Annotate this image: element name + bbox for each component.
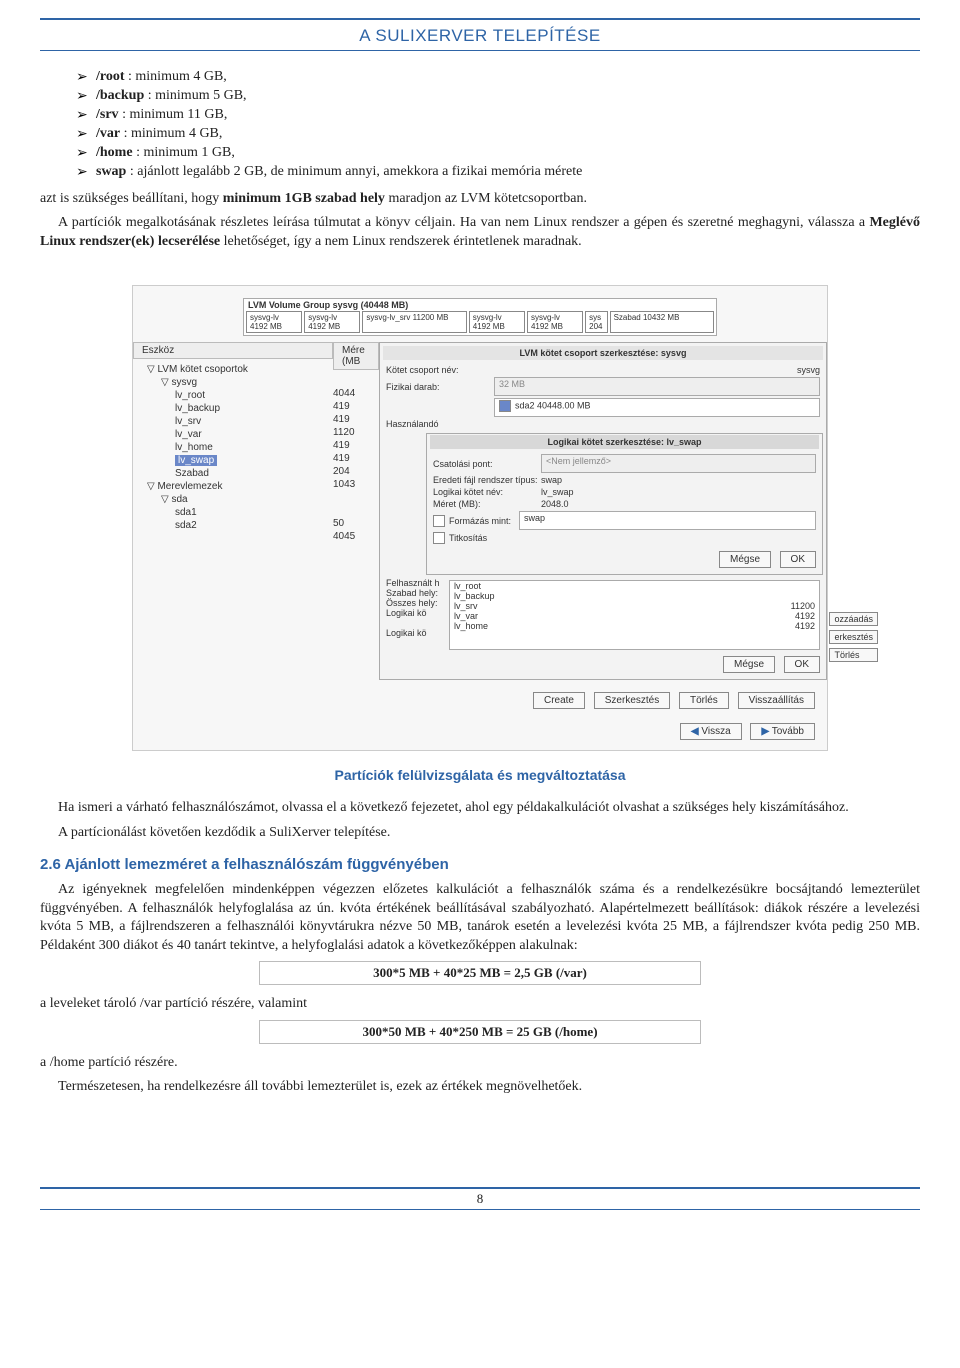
edit-button[interactable]: Szerkesztés: [594, 692, 670, 709]
para-extend: Természetesen, ha rendelkezésre áll tová…: [40, 1078, 920, 1096]
inner-ok-button[interactable]: OK: [780, 551, 816, 568]
para-after-partition: A partícionálást követően kezdődik a Sul…: [40, 824, 920, 842]
requirements-list: /root : minimum 4 GB, /backup : minimum …: [76, 69, 920, 180]
vg-title: LVM Volume Group sysvg (40448 MB): [244, 299, 716, 311]
tree-header-size: Mére (MB: [333, 342, 379, 370]
figure-caption: Partíciók felülvizsgálata és megváltozta…: [40, 767, 920, 783]
para-var-note: a leveleket tároló /var partíció részére…: [40, 995, 920, 1013]
inner-cancel-button[interactable]: Mégse: [719, 551, 771, 568]
back-button[interactable]: ◀ Vissza: [680, 723, 742, 740]
vg-edit-dialog: LVM kötet csoport szerkesztése: sysvg Kö…: [379, 342, 827, 680]
page-number: 8: [40, 1187, 920, 1210]
device-tree[interactable]: ▽ LVM kötet csoportok ▽ sysvg lv_root lv…: [133, 359, 333, 536]
lv-list[interactable]: lv_root lv_backup lv_srv11200 lv_var4192…: [449, 580, 820, 650]
lv-edit-dialog: Logikai kötet szerkesztése: lv_swap Csat…: [426, 433, 823, 575]
delete-button[interactable]: Törlés: [679, 692, 729, 709]
outer-cancel-button[interactable]: Mégse: [723, 656, 775, 673]
add-button[interactable]: ozzáadás: [829, 612, 878, 626]
section-2-6-title: 2.6 Ajánlott lemezméret a felhasználószá…: [40, 856, 920, 873]
formula-var: 300*5 MB + 40*25 MB = 2,5 GB (/var): [259, 961, 701, 985]
format-as-select[interactable]: swap: [519, 511, 816, 530]
mount-point-select[interactable]: <Nem jellemző>: [541, 454, 816, 473]
physical-extent-input[interactable]: 32 MB: [494, 377, 820, 396]
edit-small-button[interactable]: erkesztés: [829, 630, 878, 644]
formula-home: 300*50 MB + 40*250 MB = 25 GB (/home): [259, 1020, 701, 1044]
delete-small-button[interactable]: Törlés: [829, 648, 878, 662]
partition-screenshot: LVM Volume Group sysvg (40448 MB) sysvg-…: [132, 285, 828, 751]
create-button[interactable]: Create: [533, 692, 585, 709]
page-header: A SULIXERVER TELEPÍTÉSE: [40, 24, 920, 50]
reset-button[interactable]: Visszaállítás: [738, 692, 815, 709]
para-home-note: a /home partíció részére.: [40, 1054, 920, 1072]
para-quota: Az igényeknek megfelelően mindenképpen v…: [40, 881, 920, 955]
tree-header-device: Eszköz: [133, 342, 333, 359]
para-lvm-note: azt is szükséges beállítani, hogy minimu…: [40, 190, 920, 208]
forward-button[interactable]: ▶ Tovább: [750, 723, 815, 740]
outer-ok-button[interactable]: OK: [784, 656, 820, 673]
para-usercount: Ha ismeri a várható felhasználószámot, o…: [40, 799, 920, 817]
para-partition-note: A partíciók megalkotásának részletes leí…: [40, 214, 920, 251]
